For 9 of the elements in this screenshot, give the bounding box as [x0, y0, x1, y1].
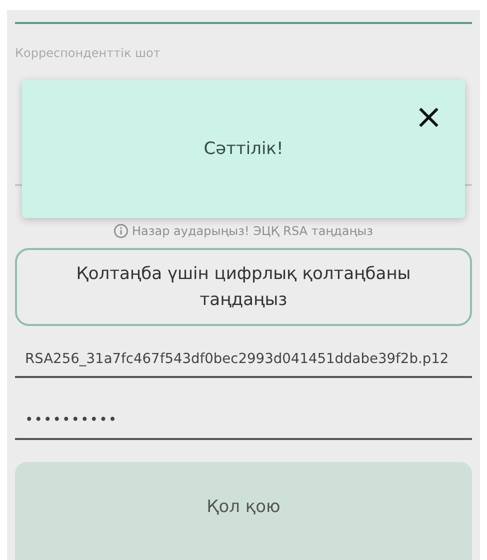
select-signature-button[interactable]: Қолтаңба үшін цифрлық қолтаңбаны таңдаңыз	[15, 248, 472, 326]
info-icon	[114, 224, 128, 238]
close-button[interactable]: ×	[414, 100, 443, 134]
sign-button[interactable]: Қол қою	[15, 462, 472, 560]
notice-text: Назар аударыңыз! ЭЦҚ RSA таңдаңыз	[132, 224, 374, 238]
certificate-file-field[interactable]: RSA256_31a7fc467f543df0bec2993d041451ddabe39f2b.p12	[15, 348, 472, 378]
dialog-message: Сәттілік!	[204, 139, 284, 159]
field-label: Корреспонденттік шот	[15, 46, 162, 60]
password-field[interactable]: ••••••••••	[15, 412, 472, 440]
